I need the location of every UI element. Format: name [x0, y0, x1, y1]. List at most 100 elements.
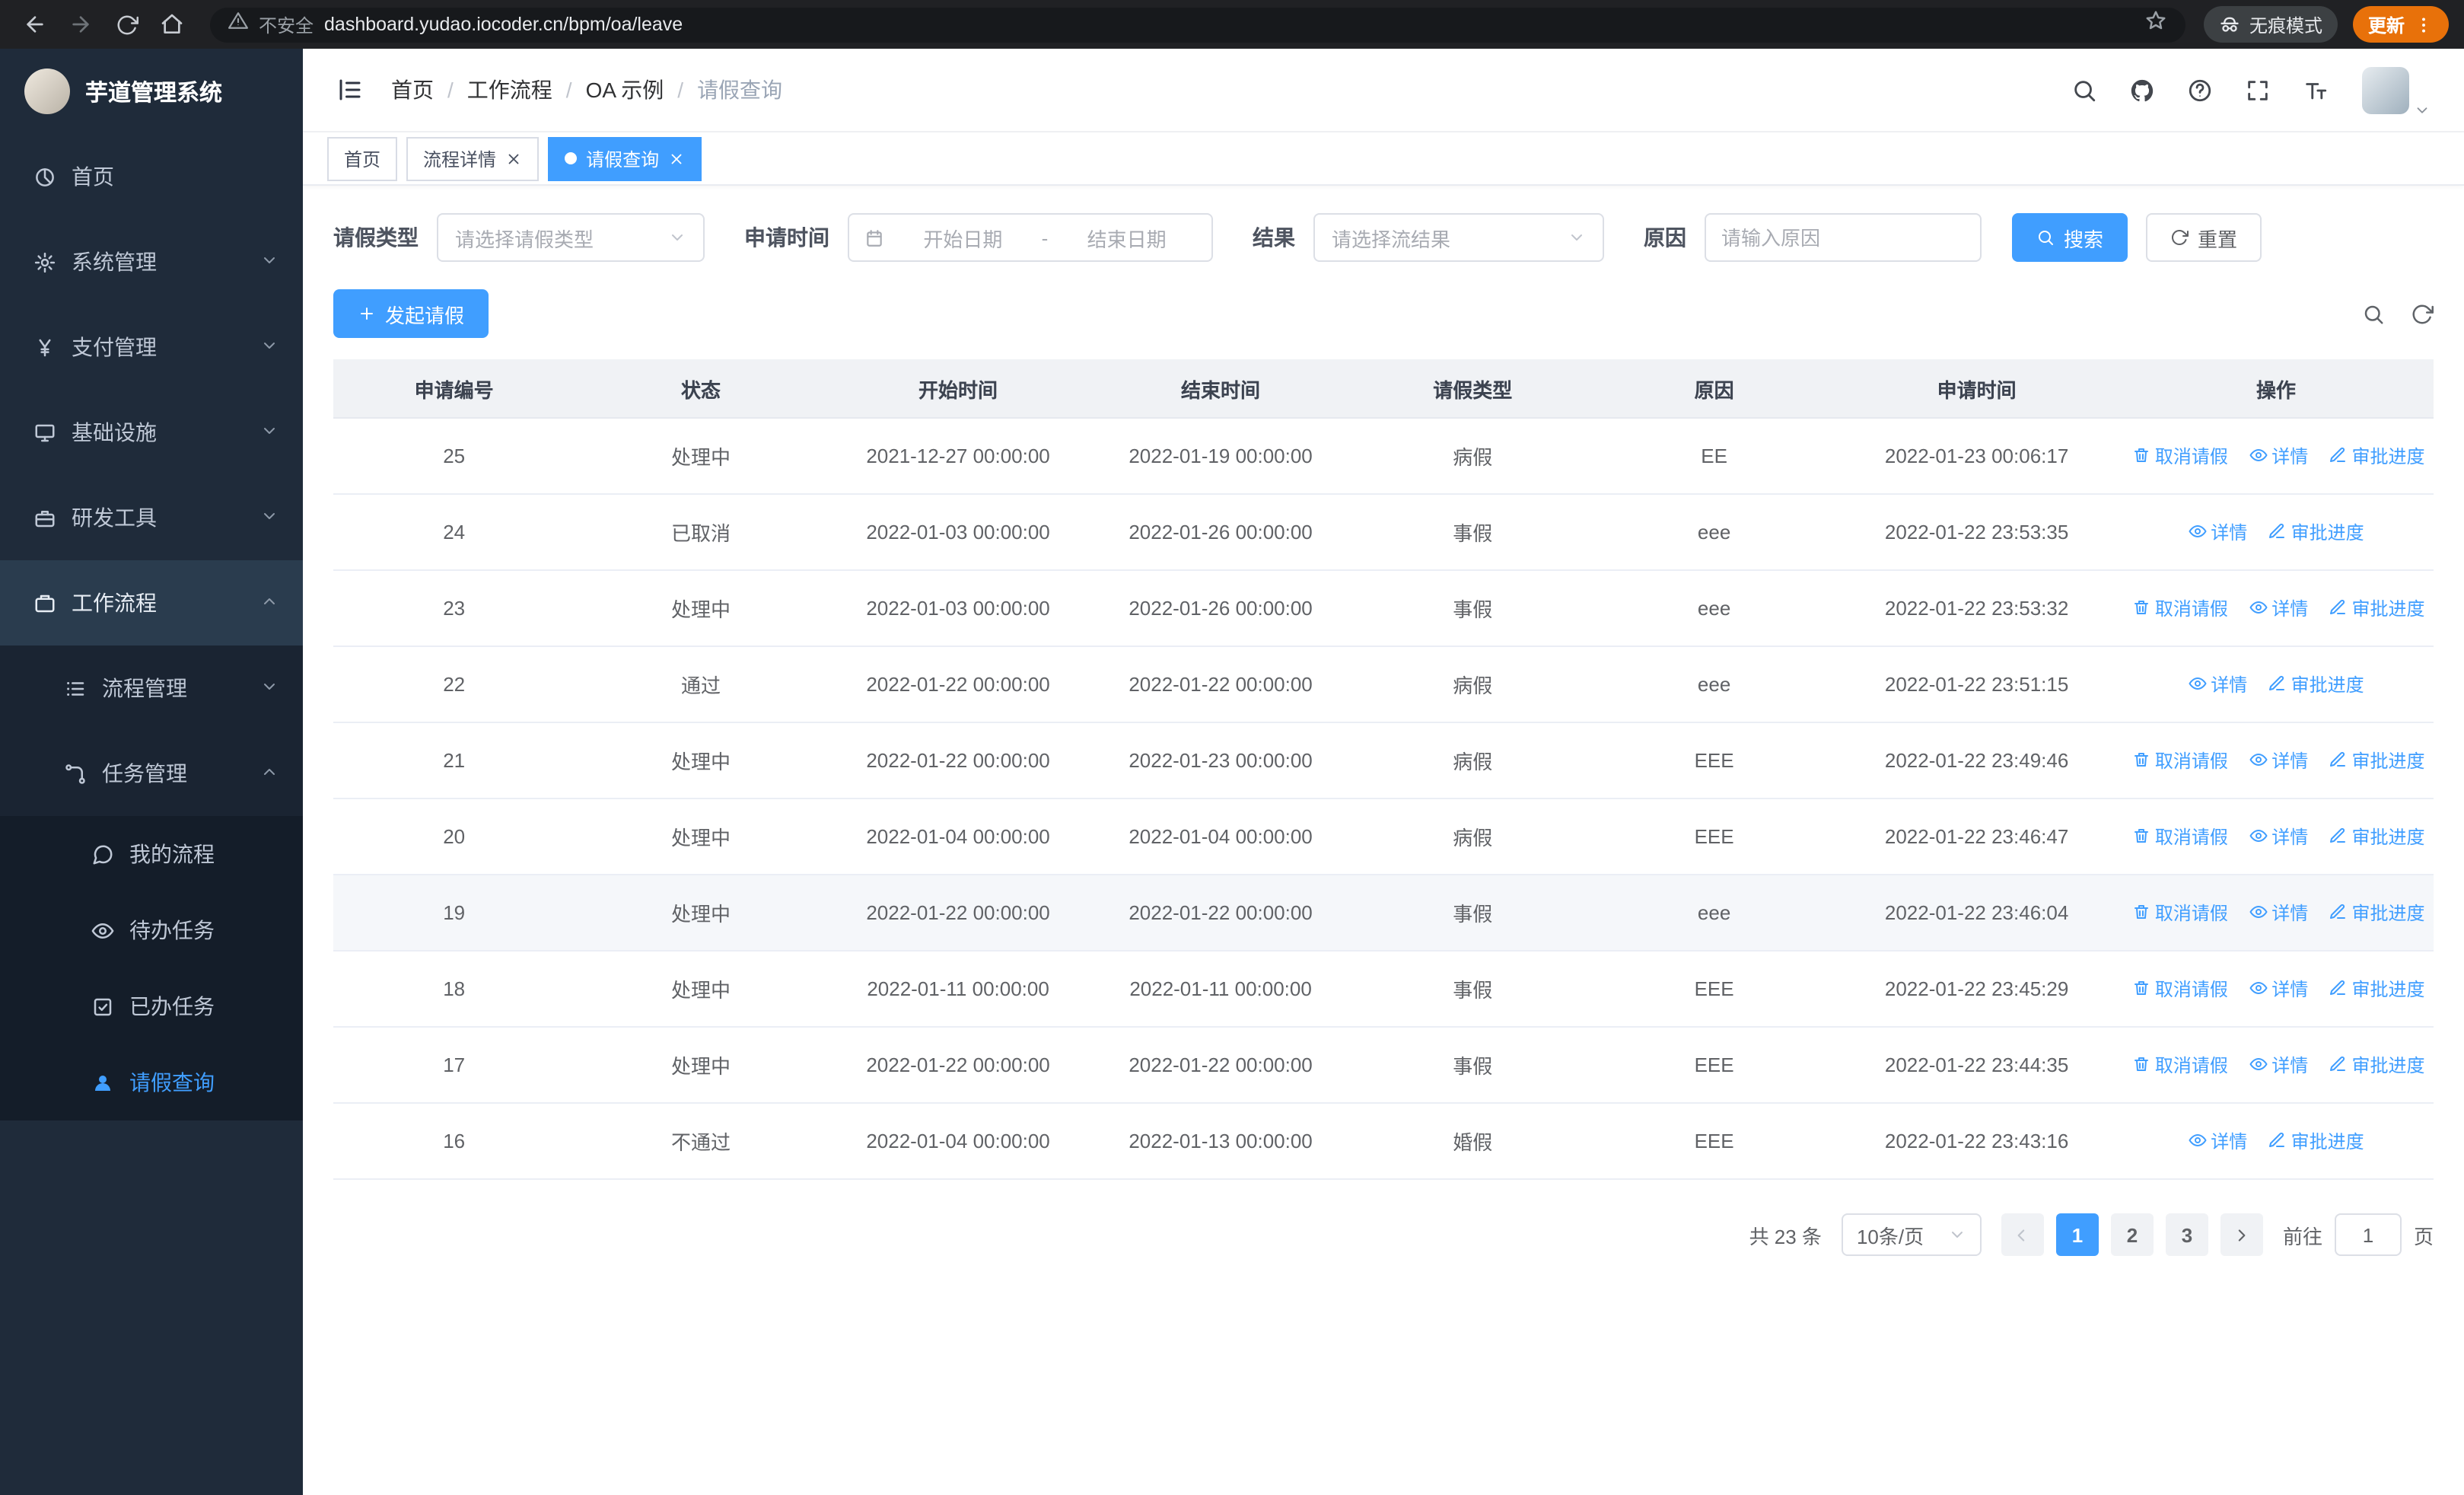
detail-link[interactable]: 详情: [2188, 671, 2247, 697]
tab-process-detail[interactable]: 流程详情: [406, 136, 540, 180]
sidebar-item-leave-query[interactable]: 请假查询: [0, 1044, 303, 1120]
cancel-leave-link[interactable]: 取消请假: [2132, 824, 2228, 850]
cell-start: 2022-01-22 00:00:00: [826, 875, 1090, 952]
menu-kebab-icon[interactable]: [2414, 14, 2434, 34]
cell-apply-time: 2022-01-22 23:53:32: [1835, 570, 2119, 647]
detail-link[interactable]: 详情: [2249, 900, 2308, 926]
progress-link[interactable]: 审批进度: [2268, 1128, 2364, 1154]
progress-link[interactable]: 审批进度: [2329, 595, 2425, 621]
help-icon[interactable]: [2187, 77, 2213, 103]
cancel-leave-link[interactable]: 取消请假: [2132, 1052, 2228, 1078]
next-page-button[interactable]: [2220, 1213, 2263, 1256]
sidebar-item-dev-tools[interactable]: 研发工具: [0, 475, 303, 560]
cell-id: 16: [333, 1103, 575, 1180]
url-bar[interactable]: 不安全 dashboard.yudao.iocoder.cn/bpm/oa/le…: [210, 7, 2185, 42]
result-select[interactable]: 请选择流结果: [1313, 213, 1604, 262]
sidebar-item-label: 研发工具: [72, 505, 157, 530]
breadcrumb-workflow[interactable]: 工作流程: [467, 75, 552, 105]
cell-actions: 取消请假 详情 审批进度: [2118, 570, 2434, 647]
sidebar-item-home[interactable]: 首页: [0, 134, 303, 219]
progress-link[interactable]: 审批进度: [2329, 824, 2425, 850]
github-icon[interactable]: [2129, 77, 2155, 103]
table-refresh-icon[interactable]: [2411, 302, 2434, 325]
sidebar-item-process-management[interactable]: 流程管理: [0, 645, 303, 731]
chevron-down-icon: [260, 335, 279, 359]
apply-time-range-picker[interactable]: 开始日期 - 结束日期: [848, 213, 1213, 262]
tab-label: 流程详情: [423, 148, 497, 170]
cancel-leave-link[interactable]: 取消请假: [2132, 976, 2228, 1002]
leave-type-select[interactable]: 请选择请假类型: [437, 213, 705, 262]
cell-end: 2022-01-13 00:00:00: [1089, 1103, 1352, 1180]
cell-type: 病假: [1351, 646, 1593, 723]
close-icon[interactable]: [505, 150, 522, 167]
forward-icon[interactable]: [61, 5, 100, 44]
tab-leave-query[interactable]: 请假查询: [548, 136, 702, 180]
goto-page-input[interactable]: [2334, 1213, 2402, 1256]
sidebar-item-payment-management[interactable]: 支付管理: [0, 304, 303, 390]
progress-link[interactable]: 审批进度: [2329, 1052, 2425, 1078]
search-icon[interactable]: [2071, 77, 2097, 103]
cancel-leave-link[interactable]: 取消请假: [2132, 595, 2228, 621]
font-size-icon[interactable]: [2303, 77, 2329, 103]
cancel-leave-link[interactable]: 取消请假: [2132, 748, 2228, 773]
update-button[interactable]: 更新: [2352, 6, 2449, 43]
detail-link[interactable]: 详情: [2249, 1052, 2308, 1078]
table-row: 22 通过 2022-01-22 00:00:00 2022-01-22 00:…: [333, 646, 2434, 723]
reason-input[interactable]: [1705, 213, 1982, 262]
table-header-row: 申请编号 状态 开始时间 结束时间 请假类型 原因 申请时间 操作: [333, 359, 2434, 419]
user-icon: [91, 1071, 114, 1094]
sidebar-item-my-processes[interactable]: 我的流程: [0, 816, 303, 892]
create-leave-button[interactable]: 发起请假: [333, 289, 489, 338]
cancel-leave-link[interactable]: 取消请假: [2132, 900, 2228, 926]
back-icon[interactable]: [15, 5, 55, 44]
cell-actions: 取消请假 详情 审批进度: [2118, 418, 2434, 495]
breadcrumb-oa-example[interactable]: OA 示例: [586, 75, 664, 105]
fullscreen-icon[interactable]: [2245, 77, 2271, 103]
progress-link[interactable]: 审批进度: [2268, 671, 2364, 697]
breadcrumb-current: 请假查询: [697, 78, 783, 102]
cancel-leave-link[interactable]: 取消请假: [2132, 443, 2228, 469]
table-search-icon[interactable]: [2362, 302, 2385, 325]
sidebar-item-done-tasks[interactable]: 已办任务: [0, 968, 303, 1044]
detail-link[interactable]: 详情: [2249, 824, 2308, 850]
avatar-caret-icon[interactable]: [2414, 102, 2431, 119]
detail-link[interactable]: 详情: [2249, 595, 2308, 621]
sidebar-item-workflow[interactable]: 工作流程: [0, 560, 303, 645]
reset-button[interactable]: 重置: [2146, 213, 2262, 262]
progress-link[interactable]: 审批进度: [2329, 748, 2425, 773]
menu-fold-icon[interactable]: [336, 76, 364, 104]
progress-link[interactable]: 审批进度: [2268, 519, 2364, 545]
sidebar-item-todo-tasks[interactable]: 待办任务: [0, 892, 303, 968]
bookmark-star-icon[interactable]: [2144, 9, 2167, 40]
user-avatar[interactable]: [2362, 66, 2409, 113]
page-1-button[interactable]: 1: [2055, 1213, 2099, 1256]
detail-link[interactable]: 详情: [2249, 443, 2308, 469]
trash-icon: [2132, 599, 2150, 617]
detail-link[interactable]: 详情: [2188, 519, 2247, 545]
page-2-button[interactable]: 2: [2110, 1213, 2154, 1256]
detail-link[interactable]: 详情: [2249, 976, 2308, 1002]
goto-page: 前往 页: [2283, 1213, 2434, 1256]
search-button[interactable]: 搜索: [2012, 213, 2128, 262]
sidebar-item-infrastructure[interactable]: 基础设施: [0, 390, 303, 475]
page-size-select[interactable]: 10条/页: [1841, 1213, 1982, 1256]
detail-link[interactable]: 详情: [2188, 1128, 2247, 1154]
edit-icon: [2268, 675, 2287, 693]
sidebar-menu: 首页 系统管理 支付管理 基础设施 研发工具 工作流程 流程管理 任务管理 我的…: [0, 134, 303, 1120]
sidebar-item-system-management[interactable]: 系统管理: [0, 219, 303, 304]
progress-link[interactable]: 审批进度: [2329, 976, 2425, 1002]
page-3-button[interactable]: 3: [2165, 1213, 2208, 1256]
sidebar-item-task-management[interactable]: 任务管理: [0, 731, 303, 816]
tab-home[interactable]: 首页: [327, 136, 398, 180]
incognito-label: 无痕模式: [2249, 14, 2322, 36]
progress-link[interactable]: 审批进度: [2329, 900, 2425, 926]
breadcrumb-home[interactable]: 首页: [391, 75, 434, 105]
close-icon[interactable]: [668, 150, 685, 167]
reload-icon[interactable]: [107, 5, 146, 44]
progress-link[interactable]: 审批进度: [2329, 443, 2425, 469]
prev-page-button[interactable]: [2001, 1213, 2044, 1256]
detail-link[interactable]: 详情: [2249, 748, 2308, 773]
home-icon[interactable]: [152, 5, 192, 44]
edit-icon: [2268, 523, 2287, 541]
chevron-left-icon: [2013, 1225, 2033, 1245]
